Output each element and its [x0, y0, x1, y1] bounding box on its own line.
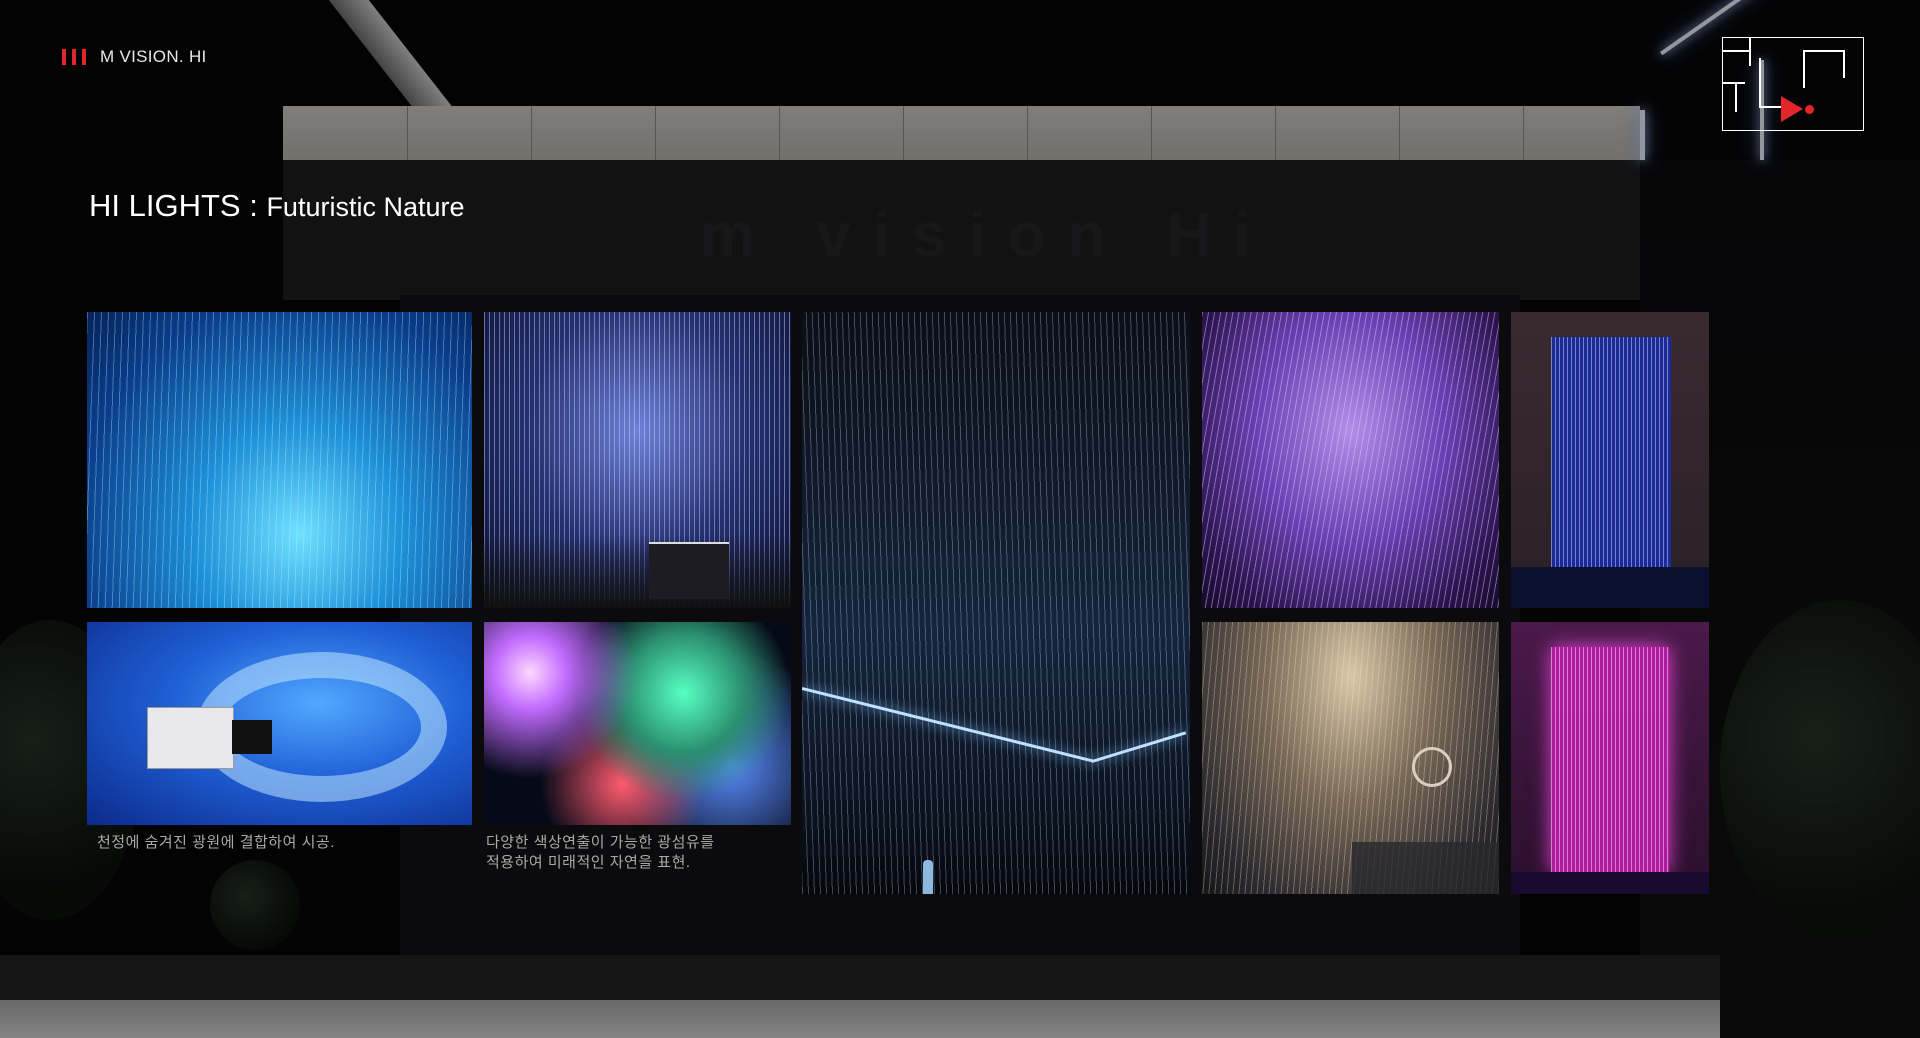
photo-fiber-optic-wall-panel-magenta: [1511, 622, 1709, 894]
caption-left: 천정에 숨겨진 광원에 결합하여 시공.: [97, 834, 335, 851]
photo-fiber-optic-wall-panel-blue: [1511, 312, 1709, 608]
photo-fiber-optic-multicolor-tips: [484, 622, 791, 825]
photo-fiber-optic-ceiling-rain: [802, 312, 1190, 894]
photo-fiber-optic-rain-blue: [87, 312, 472, 608]
page-title: HI LIGHTS : Futuristic Nature: [89, 188, 465, 224]
photo-fiber-optic-curtain-showroom: [484, 312, 791, 608]
photo-fiber-optic-light-source-bundle: [87, 622, 472, 825]
m-vision-hi-logo-icon: [1722, 37, 1864, 131]
brand-bars-icon: [62, 49, 86, 65]
brand: M VISION. HI: [62, 47, 207, 67]
brand-name: M VISION. HI: [100, 47, 207, 66]
caption-center: 다양한 색상연출이 가능한 광섬유를 적용하여 미래적인 자연을 표현.: [486, 834, 715, 871]
photo-fiber-optic-purple-strands: [1202, 312, 1499, 608]
title-main: HI LIGHTS :: [89, 188, 258, 223]
photo-fiber-optic-chandelier-hall: [1202, 622, 1499, 894]
title-sub: Futuristic Nature: [266, 192, 465, 222]
